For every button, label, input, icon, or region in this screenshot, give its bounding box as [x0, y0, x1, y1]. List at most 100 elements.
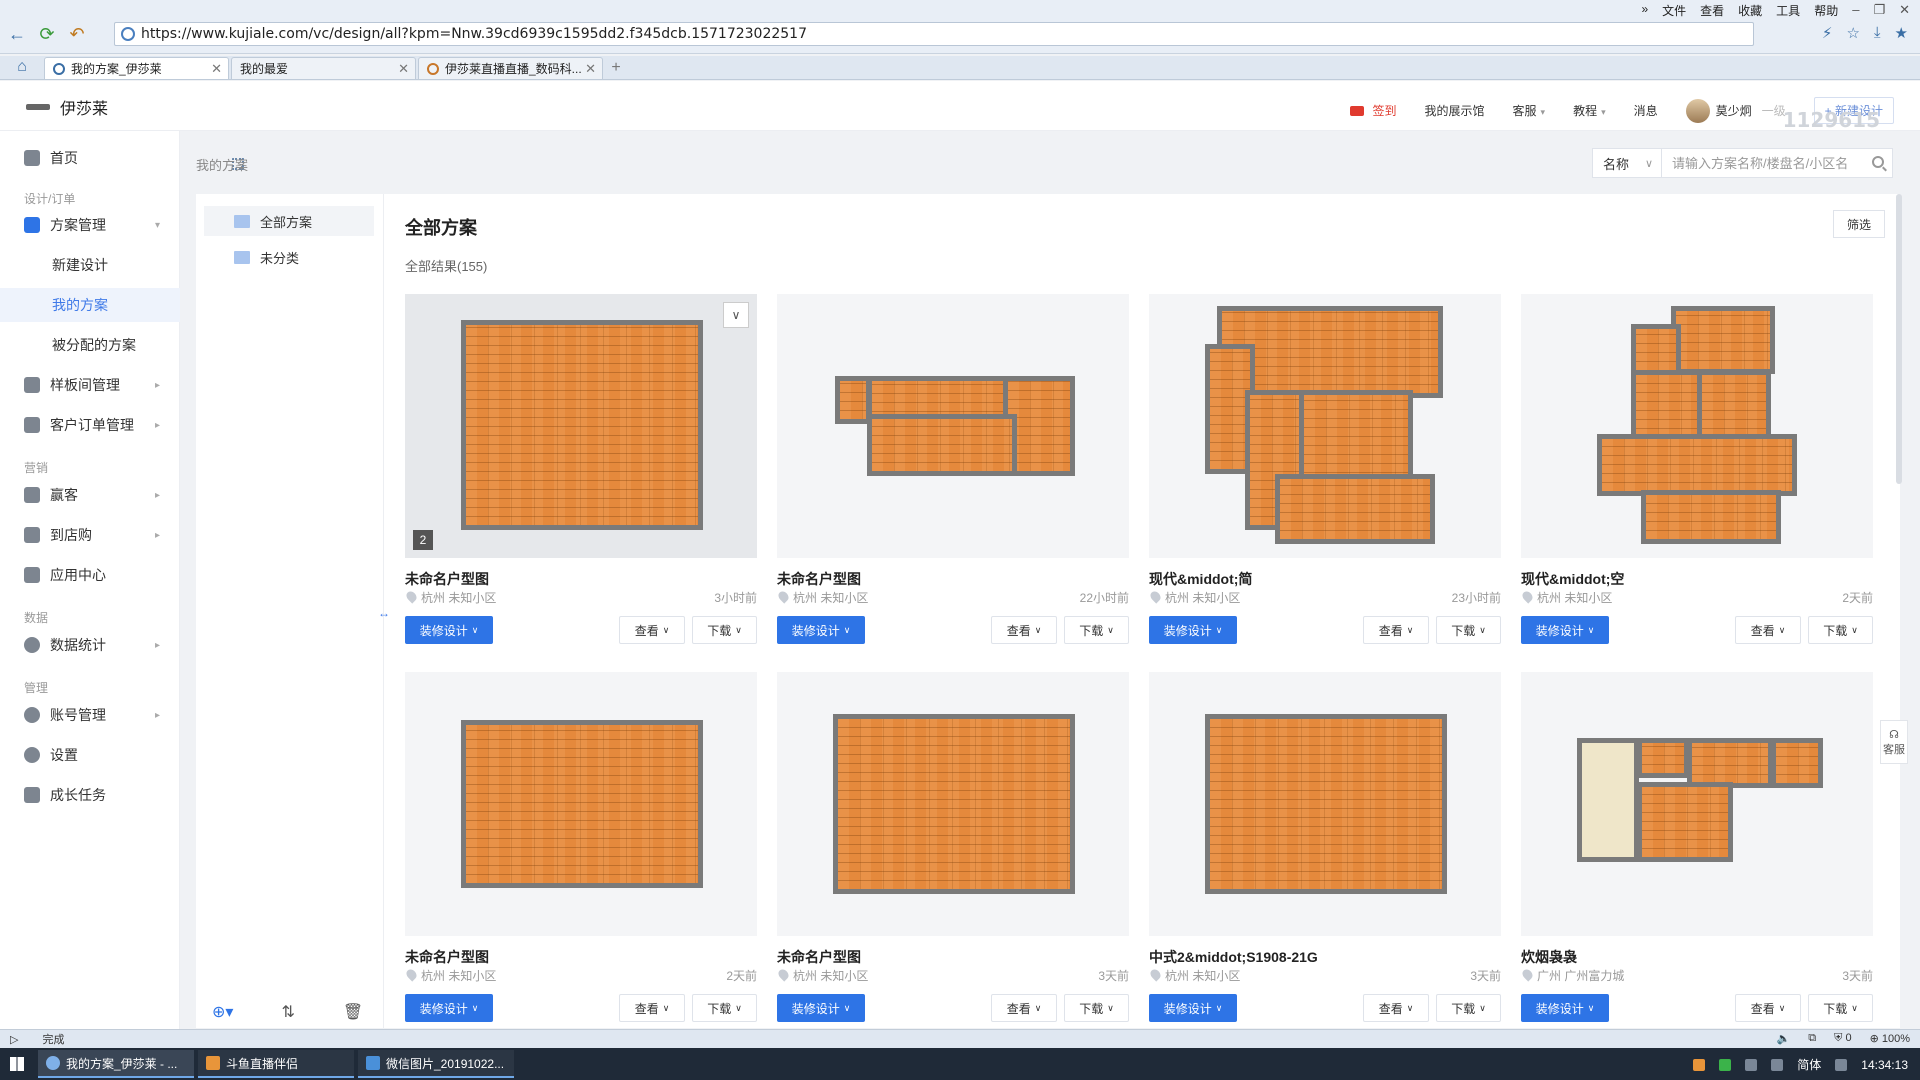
- showroom-link[interactable]: 我的展示馆: [1425, 102, 1485, 119]
- sidebar-item-store-visit[interactable]: 到店购 ▸: [0, 518, 180, 552]
- menu-file[interactable]: 文件: [1662, 2, 1686, 19]
- network-icon[interactable]: [1745, 1058, 1758, 1071]
- floating-service-button[interactable]: ☊ 客服: [1880, 720, 1908, 764]
- messages-link[interactable]: 消息: [1634, 102, 1658, 119]
- plan-name[interactable]: 未命名户型图: [777, 569, 861, 589]
- plan-card[interactable]: 现代&middot;简 杭州 未知小区 23小时前 装修设计 ∨ 查看 ∨ 下载 ∨: [1148, 294, 1501, 664]
- keyboard-icon[interactable]: [1835, 1058, 1848, 1071]
- plan-name[interactable]: 现代&middot;简: [1149, 569, 1252, 589]
- taskbar-item-browser[interactable]: 我的方案_伊莎莱 - ...: [38, 1050, 194, 1078]
- sidebar-item-account-mgmt[interactable]: 账号管理 ▸: [0, 698, 180, 732]
- menu-favorites[interactable]: 收藏: [1738, 2, 1762, 19]
- plan-name[interactable]: 未命名户型图: [777, 947, 861, 967]
- favorite-icon[interactable]: ★: [1895, 24, 1908, 42]
- address-bar[interactable]: https://www.kujiale.com/vc/design/all?kp…: [114, 22, 1754, 46]
- download-button[interactable]: 下载 ∨: [1064, 994, 1129, 1022]
- chevron-down-icon[interactable]: ∨: [723, 302, 749, 328]
- decorate-design-button[interactable]: 装修设计 ∨: [1521, 994, 1609, 1022]
- sign-in-button[interactable]: 签到: [1350, 102, 1397, 119]
- floorplan-thumbnail[interactable]: [405, 672, 757, 936]
- minimize-icon[interactable]: –: [1852, 2, 1859, 19]
- floorplan-thumbnail[interactable]: [777, 672, 1129, 936]
- download-button[interactable]: 下载 ∨: [1436, 616, 1501, 644]
- sidebar-item-app-center[interactable]: 应用中心: [0, 558, 180, 592]
- restore-icon[interactable]: ❐: [1873, 2, 1885, 19]
- sidebar-item-home[interactable]: 首页: [0, 141, 180, 175]
- scrollbar[interactable]: [1896, 194, 1902, 484]
- plan-card[interactable]: ∨ 2 未命名户型图 杭州 未知小区 3小时前 装修设计 ∨ 查看 ∨ 下载 ∨: [404, 294, 757, 664]
- download-button[interactable]: 下载 ∨: [1808, 616, 1873, 644]
- plan-name[interactable]: 现代&middot;空: [1521, 569, 1624, 589]
- new-tab-icon[interactable]: +: [605, 57, 627, 79]
- plan-card[interactable]: 未命名户型图 杭州 未知小区 3天前 装修设计 ∨ 查看 ∨ 下载 ∨: [776, 672, 1129, 1042]
- menu-help[interactable]: 帮助: [1814, 2, 1838, 19]
- tab-my-plans[interactable]: 我的方案_伊莎莱 ✕: [44, 57, 229, 79]
- view-button[interactable]: 查看 ∨: [991, 616, 1057, 644]
- taskbar-item-douyu[interactable]: 斗鱼直播伴侣: [198, 1050, 354, 1078]
- floorplan-thumbnail[interactable]: [777, 294, 1129, 558]
- view-button[interactable]: 查看 ∨: [619, 994, 685, 1022]
- view-button[interactable]: 查看 ∨: [1363, 994, 1429, 1022]
- close-icon[interactable]: ✕: [398, 61, 409, 77]
- view-button[interactable]: 查看 ∨: [991, 994, 1057, 1022]
- sidebar-item-growth-tasks[interactable]: 成长任务: [0, 778, 180, 812]
- tab-live[interactable]: 伊莎莱直播直播_数码科... ✕: [418, 57, 603, 79]
- plan-name[interactable]: 未命名户型图: [405, 947, 489, 967]
- floorplan-thumbnail[interactable]: ∨ 2: [405, 294, 757, 558]
- taskbar-item-image[interactable]: 微信图片_20191022...: [358, 1050, 514, 1078]
- start-button[interactable]: [0, 1048, 34, 1080]
- user-menu[interactable]: 莫少炯 一级: [1685, 98, 1786, 123]
- download-button[interactable]: 下载 ∨: [1064, 616, 1129, 644]
- search-input[interactable]: [1661, 148, 1893, 178]
- floorplan-thumbnail[interactable]: [1521, 294, 1873, 558]
- tray-app-icon[interactable]: [1693, 1058, 1706, 1071]
- plan-card[interactable]: 现代&middot;空 杭州 未知小区 2天前 装修设计 ∨ 查看 ∨ 下载 ∨: [1520, 294, 1873, 664]
- sidebar-item-plan-management[interactable]: 方案管理 ▾: [0, 208, 180, 242]
- tray-status-icon[interactable]: [1719, 1058, 1732, 1071]
- decorate-design-button[interactable]: 装修设计 ∨: [777, 994, 865, 1022]
- decorate-design-button[interactable]: 装修设计 ∨: [405, 616, 493, 644]
- download-button[interactable]: 下载 ∨: [1808, 994, 1873, 1022]
- menu-tools[interactable]: 工具: [1776, 2, 1800, 19]
- collapse-handle-icon[interactable]: ↔: [378, 606, 390, 620]
- folder-all[interactable]: 全部方案: [204, 206, 374, 236]
- close-icon[interactable]: ✕: [585, 61, 596, 77]
- floorplan-thumbnail[interactable]: [1149, 294, 1501, 558]
- floorplan-thumbnail[interactable]: [1149, 672, 1501, 936]
- decorate-design-button[interactable]: 装修设计 ∨: [405, 994, 493, 1022]
- plan-name[interactable]: 中式2&middot;S1908-21G: [1149, 947, 1318, 967]
- back-icon[interactable]: ←: [4, 21, 30, 47]
- volume-icon[interactable]: 🔈: [1777, 1032, 1791, 1045]
- plan-card[interactable]: 炊烟袅袅 广州 广州富力城 3天前 装修设计 ∨ 查看 ∨ 下载 ∨: [1520, 672, 1873, 1042]
- shield-count[interactable]: ⛨ 0: [1834, 1032, 1851, 1045]
- refresh-icon[interactable]: ⟳: [34, 21, 60, 47]
- ime-indicator[interactable]: 简体: [1797, 1056, 1821, 1073]
- view-button[interactable]: 查看 ∨: [1363, 616, 1429, 644]
- plan-name[interactable]: 炊烟袅袅: [1521, 947, 1577, 967]
- sidebar-item-settings[interactable]: 设置: [0, 738, 180, 772]
- sidebar-item-my-plans[interactable]: 我的方案: [0, 288, 180, 322]
- floorplan-thumbnail[interactable]: [1521, 672, 1873, 936]
- view-button[interactable]: 查看 ∨: [1735, 616, 1801, 644]
- sidebar-item-customers[interactable]: 赢客 ▸: [0, 478, 180, 512]
- close-icon[interactable]: ✕: [211, 61, 222, 77]
- download-button[interactable]: 下载 ∨: [1436, 994, 1501, 1022]
- clock[interactable]: 14:34:13: [1861, 1058, 1908, 1072]
- zoom-level[interactable]: ⊕ 100%: [1870, 1032, 1910, 1045]
- service-menu[interactable]: 客服 ▾: [1513, 102, 1546, 119]
- view-button[interactable]: 查看 ∨: [1735, 994, 1801, 1022]
- download-button[interactable]: 下载 ∨: [692, 616, 757, 644]
- tutorial-menu[interactable]: 教程 ▾: [1573, 102, 1606, 119]
- decorate-design-button[interactable]: 装修设计 ∨: [1149, 994, 1237, 1022]
- trash-icon[interactable]: 🗑: [343, 1002, 363, 1022]
- folder-uncategorized[interactable]: 未分类: [204, 242, 374, 272]
- sidebar-item-customer-orders[interactable]: 客户订单管理 ▸: [0, 408, 180, 442]
- sidebar-item-assigned-plans[interactable]: 被分配的方案: [0, 328, 180, 362]
- download-icon[interactable]: ⤓: [1874, 24, 1881, 42]
- close-window-icon[interactable]: ✕: [1899, 2, 1910, 19]
- menu-view[interactable]: 查看: [1700, 2, 1724, 19]
- filter-button[interactable]: 筛选: [1833, 210, 1885, 238]
- volume-icon[interactable]: [1771, 1058, 1784, 1071]
- decorate-design-button[interactable]: 装修设计 ∨: [1521, 616, 1609, 644]
- search-icon[interactable]: [1872, 156, 1884, 168]
